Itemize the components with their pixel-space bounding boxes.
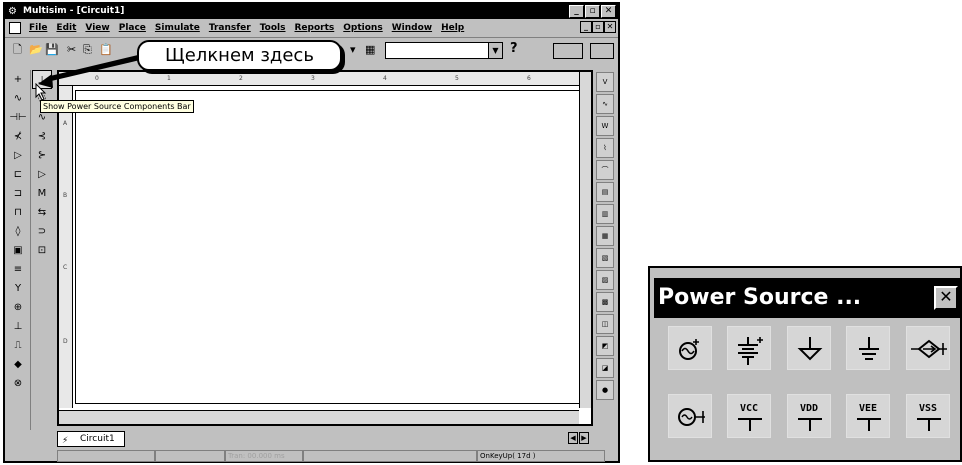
power-source-palette: Power Source ... ✕ VCC VDD VEE VSS <box>648 266 962 462</box>
vdd-button[interactable]: VDD <box>787 394 831 438</box>
digital-ground-button[interactable] <box>787 326 831 370</box>
palette-title-bar[interactable]: Power Source ... ✕ <box>654 278 960 318</box>
vss-label: VSS <box>918 403 938 414</box>
vcc-label: VCC <box>739 403 759 414</box>
vccs-button[interactable] <box>906 326 950 370</box>
callout-bubble: Щелкнем здесь <box>137 40 342 71</box>
ac-source-button[interactable] <box>668 326 712 370</box>
current-source-button[interactable] <box>668 394 712 438</box>
ground-button[interactable] <box>846 326 890 370</box>
battery-icon <box>738 337 763 365</box>
ground-icon <box>859 337 879 360</box>
current-source-icon <box>678 408 705 426</box>
vcc-icon <box>738 418 762 431</box>
vee-icon <box>857 418 881 431</box>
digital-ground-icon <box>797 337 823 361</box>
dc-source-button[interactable] <box>727 326 771 370</box>
vcc-button[interactable]: VCC <box>727 394 771 438</box>
mouse-cursor-icon <box>35 83 47 101</box>
palette-close-button[interactable]: ✕ <box>934 286 958 310</box>
vss-icon <box>917 418 941 431</box>
vee-button[interactable]: VEE <box>846 394 890 438</box>
controlled-source-icon <box>911 339 947 359</box>
palette-title: Power Source ... <box>658 285 862 310</box>
vss-button[interactable]: VSS <box>906 394 950 438</box>
ac-source-icon <box>679 339 699 360</box>
tooltip: Show Power Source Components Bar <box>40 100 194 113</box>
vdd-label: VDD <box>799 403 819 414</box>
vee-label: VEE <box>858 403 878 414</box>
vdd-icon <box>798 418 822 431</box>
